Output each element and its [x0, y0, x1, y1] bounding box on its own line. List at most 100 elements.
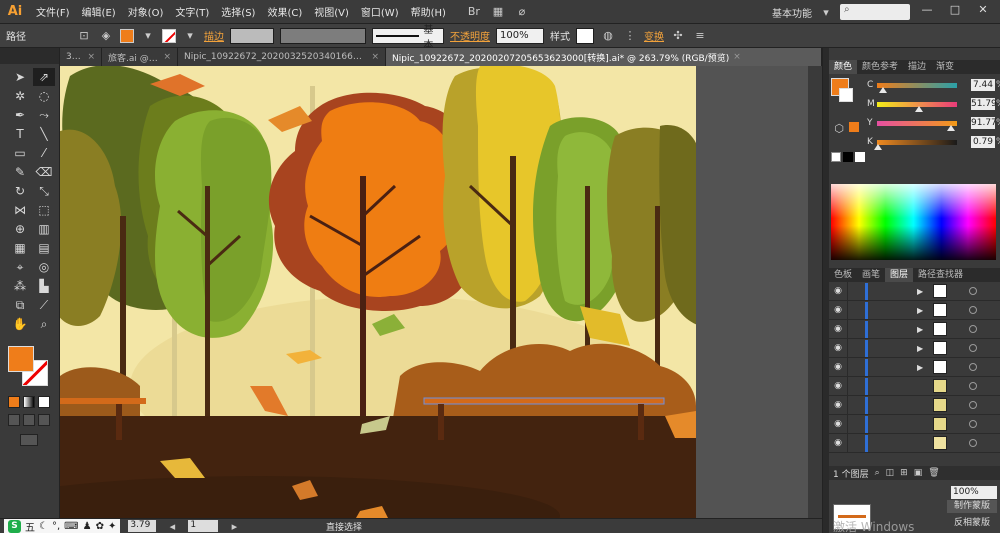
vertical-scrollbar[interactable]: [808, 66, 822, 518]
lock-toggle[interactable]: [847, 357, 859, 377]
line-tool-icon[interactable]: ╲: [33, 125, 55, 143]
artboard-tool-icon[interactable]: ⧉: [9, 296, 31, 314]
panel-menu-icon[interactable]: ≡: [692, 28, 708, 44]
cmyk-slider-track[interactable]: [877, 120, 957, 131]
visibility-eye-icon[interactable]: ◉: [829, 381, 847, 391]
cmyk-slider-thumb[interactable]: [914, 105, 923, 112]
layer-row[interactable]: ◉: [829, 395, 1000, 415]
expand-arrow-icon[interactable]: ▶: [917, 363, 923, 372]
gradient-tool-icon[interactable]: ▤: [33, 239, 55, 257]
panel-tab[interactable]: 画笔: [857, 268, 885, 282]
cmyk-value-input[interactable]: 0.79: [971, 136, 995, 148]
panel-tab[interactable]: 颜色参考: [857, 60, 903, 74]
layer-target-icon[interactable]: [969, 439, 977, 447]
document-tab[interactable]: 旅客.ai @ 2… ×: [102, 48, 178, 66]
fill-stroke-control[interactable]: [8, 346, 52, 390]
expand-arrow-icon[interactable]: ▶: [917, 344, 923, 353]
recolor-icon[interactable]: ◍: [600, 28, 616, 44]
anchor-icon[interactable]: ⊡: [76, 28, 92, 44]
layer-row[interactable]: ◉ ▶: [829, 319, 1000, 339]
close-button[interactable]: ✕: [972, 3, 994, 21]
chevron-down-icon[interactable]: ▾: [140, 28, 156, 44]
layer-target-icon[interactable]: [969, 325, 977, 333]
visibility-eye-icon[interactable]: ◉: [829, 286, 847, 296]
graphic-style-swatch[interactable]: [576, 27, 594, 44]
new-sublayer-icon[interactable]: ⊞: [900, 468, 908, 478]
ime-moon-icon[interactable]: ☾: [39, 521, 48, 532]
panel-tab[interactable]: 描边: [903, 60, 931, 74]
opacity-input[interactable]: 100%: [496, 27, 544, 44]
menu-item[interactable]: 编辑(E): [76, 4, 122, 19]
transparency-opacity-input[interactable]: 100%: [951, 486, 997, 499]
blend-tool-icon[interactable]: ◎: [33, 258, 55, 276]
chevron-down-icon[interactable]: ▾: [182, 28, 198, 44]
magic-wand-icon[interactable]: ✲: [9, 87, 31, 105]
layer-row[interactable]: ◉: [829, 414, 1000, 434]
transform-icon[interactable]: ◈: [98, 28, 114, 44]
expand-arrow-icon[interactable]: ▶: [917, 306, 923, 315]
shape-builder-icon[interactable]: ⊕: [9, 220, 31, 238]
layer-row[interactable]: ◉ ▶: [829, 281, 1000, 301]
document-tab[interactable]: Nipic_10922672_20200325203401665083.ai*×: [178, 48, 386, 66]
draw-inside-icon[interactable]: [38, 414, 50, 426]
menu-item[interactable]: 视图(V): [308, 4, 355, 19]
close-tab-icon[interactable]: ×: [371, 52, 379, 62]
lock-toggle[interactable]: [847, 376, 859, 396]
canvas-area[interactable]: [60, 66, 822, 518]
menu-item[interactable]: 对象(O): [122, 4, 170, 19]
lock-toggle[interactable]: [847, 319, 859, 339]
layer-target-icon[interactable]: [969, 363, 977, 371]
screen-mode-icon[interactable]: [20, 434, 38, 446]
cmyk-slider-track[interactable]: [873, 139, 957, 150]
ime-keyboard-icon[interactable]: ⌨: [64, 521, 78, 532]
layer-target-icon[interactable]: [969, 306, 977, 314]
cmyk-slider-thumb[interactable]: [873, 143, 882, 150]
new-layer-icon[interactable]: ▣: [914, 468, 923, 478]
pencil-tool-icon[interactable]: ✎: [9, 163, 31, 181]
visibility-eye-icon[interactable]: ◉: [829, 343, 847, 353]
cmyk-slider-thumb[interactable]: [946, 124, 955, 131]
artboard[interactable]: [60, 66, 696, 518]
close-tab-icon[interactable]: ×: [733, 52, 741, 62]
eyedropper-icon[interactable]: ⌖: [9, 258, 31, 276]
stroke-color-swatch[interactable]: [162, 28, 176, 43]
layer-row[interactable]: ◉ ▶: [829, 357, 1000, 377]
none-mode-button[interactable]: [38, 396, 50, 408]
mesh-tool-icon[interactable]: ▦: [9, 239, 31, 257]
lock-toggle[interactable]: [847, 281, 859, 301]
isolate-icon[interactable]: ✣: [670, 28, 686, 44]
panel-tab[interactable]: 路径查找器: [913, 268, 968, 282]
ime-user-icon[interactable]: ♟: [83, 521, 92, 532]
pen-tool-icon[interactable]: ✒: [9, 106, 31, 124]
ime-skin-icon[interactable]: ✿: [96, 521, 104, 532]
clipping-mask-icon[interactable]: ◫: [886, 468, 895, 478]
out-of-gamut-icon[interactable]: ⬡: [831, 120, 847, 136]
visibility-eye-icon[interactable]: ◉: [829, 438, 847, 448]
lock-toggle[interactable]: [847, 395, 859, 415]
brush-definition[interactable]: 基本: [372, 25, 444, 51]
rectangle-tool-icon[interactable]: ▭: [9, 144, 31, 162]
rotate-tool-icon[interactable]: ↻: [9, 182, 31, 200]
layer-target-icon[interactable]: [969, 382, 977, 390]
slice-tool-icon[interactable]: ⟋: [33, 296, 55, 314]
color-spectrum[interactable]: [831, 184, 996, 260]
menu-item[interactable]: 效果(C): [261, 4, 308, 19]
scale-tool-icon[interactable]: ⤡: [33, 182, 55, 200]
close-tab-icon[interactable]: ×: [163, 52, 171, 62]
draw-normal-icon[interactable]: [8, 414, 20, 426]
white-swatch[interactable]: [855, 152, 865, 162]
tools-grip[interactable]: [0, 48, 59, 64]
cmyk-value-input[interactable]: 7.44: [971, 79, 995, 91]
fill-color-swatch[interactable]: [120, 28, 134, 43]
layer-row[interactable]: ◉: [829, 376, 1000, 396]
hand-tool-icon[interactable]: ✋: [9, 315, 31, 333]
arrange-documents-icon[interactable]: ▦: [490, 4, 506, 20]
free-transform-icon[interactable]: ⬚: [33, 201, 55, 219]
cmyk-value-input[interactable]: 51.79: [971, 98, 997, 110]
fill-indicator[interactable]: [8, 346, 34, 372]
menu-item[interactable]: 文件(F): [30, 4, 76, 19]
search-input[interactable]: ⌕: [840, 4, 910, 20]
layer-row[interactable]: ◉: [829, 433, 1000, 453]
chevron-left-icon[interactable]: ◂: [164, 518, 180, 533]
color-mode-button[interactable]: [8, 396, 20, 408]
